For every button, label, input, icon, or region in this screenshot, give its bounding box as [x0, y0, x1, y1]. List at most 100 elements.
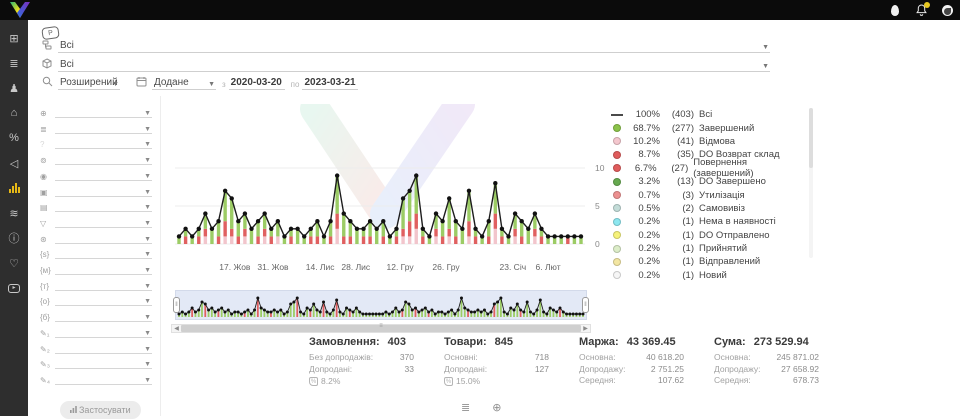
data-point[interactable]: [335, 173, 339, 177]
data-point[interactable]: [414, 173, 418, 177]
status-bar-segment[interactable]: [434, 229, 437, 237]
status-bar-segment[interactable]: [217, 236, 220, 244]
legend-item[interactable]: 0.7%(3)Утилізація: [611, 188, 801, 201]
status-bar-segment[interactable]: [243, 236, 246, 244]
status-bar-segment[interactable]: [329, 236, 332, 244]
status-bar-segment[interactable]: [415, 229, 418, 244]
data-point[interactable]: [401, 196, 405, 200]
filter-select[interactable]: ▼: [55, 294, 152, 306]
filter-select[interactable]: ▼: [55, 342, 152, 354]
data-point[interactable]: [539, 227, 543, 231]
data-point[interactable]: [493, 181, 497, 185]
status-bar-segment[interactable]: [434, 236, 437, 244]
list-view-icon[interactable]: ≣: [461, 401, 470, 414]
data-point[interactable]: [295, 227, 299, 231]
filter-select[interactable]: ▼: [55, 153, 152, 165]
status-bar-segment[interactable]: [237, 221, 240, 236]
status-bar-segment[interactable]: [415, 214, 418, 229]
data-point[interactable]: [427, 234, 431, 238]
status-bar-segment[interactable]: [487, 236, 490, 244]
scroll-thumb[interactable]: [181, 325, 581, 332]
data-point[interactable]: [506, 234, 510, 238]
sidebar-item-support[interactable]: ♡: [0, 253, 28, 273]
data-point[interactable]: [262, 211, 266, 215]
product-select[interactable]: Всі▼: [58, 59, 770, 72]
data-point[interactable]: [552, 234, 556, 238]
filter-select[interactable]: ▼: [55, 357, 152, 369]
sidebar-item-info[interactable]: ⓘ: [0, 228, 28, 248]
status-bar-segment[interactable]: [382, 236, 385, 244]
status-bar-segment[interactable]: [316, 236, 319, 244]
legend-item[interactable]: 0.2%(1)Відправлений: [611, 255, 801, 268]
status-bar-segment[interactable]: [204, 236, 207, 244]
sidebar-item-clients[interactable]: ♟: [0, 78, 28, 98]
category-select[interactable]: Всі▼: [58, 40, 770, 53]
filter-select[interactable]: ▼: [55, 279, 152, 291]
data-point[interactable]: [375, 227, 379, 231]
data-point[interactable]: [342, 211, 346, 215]
sidebar-item-marketing[interactable]: ◁: [0, 153, 28, 173]
data-point[interactable]: [276, 219, 280, 223]
data-point[interactable]: [546, 234, 550, 238]
data-point[interactable]: [328, 219, 332, 223]
scroll-left-arrow[interactable]: ◀: [172, 325, 181, 332]
data-point[interactable]: [230, 196, 234, 200]
legend-item[interactable]: 100%(403)Всі: [611, 108, 801, 121]
status-bar-segment[interactable]: [197, 236, 200, 244]
data-point[interactable]: [559, 234, 563, 238]
status-bar-segment[interactable]: [223, 221, 226, 236]
data-point[interactable]: [454, 219, 458, 223]
globe-view-icon[interactable]: ⊕: [492, 401, 501, 414]
data-point[interactable]: [203, 211, 207, 215]
data-point[interactable]: [309, 227, 313, 231]
filter-select[interactable]: ▼: [55, 169, 152, 181]
video-hint-icon[interactable]: P: [41, 26, 60, 40]
data-point[interactable]: [243, 211, 247, 215]
data-point[interactable]: [579, 234, 583, 238]
status-bar-segment[interactable]: [441, 221, 444, 236]
status-bar-segment[interactable]: [289, 236, 292, 244]
scroll-right-arrow[interactable]: ▶: [581, 325, 590, 332]
status-bar-segment[interactable]: [401, 236, 404, 244]
status-bar-segment[interactable]: [454, 236, 457, 244]
status-bar-segment[interactable]: [520, 236, 523, 244]
status-bar-segment[interactable]: [263, 236, 266, 244]
filter-select[interactable]: ▼: [55, 326, 152, 338]
filter-select[interactable]: ▼: [55, 232, 152, 244]
data-point[interactable]: [197, 227, 201, 231]
status-bar-segment[interactable]: [408, 236, 411, 244]
data-point[interactable]: [440, 219, 444, 223]
data-point[interactable]: [447, 196, 451, 200]
status-bar-segment[interactable]: [362, 236, 365, 244]
range-brush[interactable]: ‖ ‖: [175, 290, 587, 320]
legend-item[interactable]: 10.2%(41)Відмова: [611, 135, 801, 148]
legend-item[interactable]: 68.7%(277)Завершений: [611, 121, 801, 134]
status-bar-segment[interactable]: [467, 236, 470, 244]
data-point[interactable]: [216, 219, 220, 223]
brush-right-handle[interactable]: ‖: [582, 297, 589, 313]
status-bar-segment[interactable]: [494, 229, 497, 244]
status-bar-segment[interactable]: [395, 236, 398, 244]
status-bar-segment[interactable]: [467, 221, 470, 236]
data-point[interactable]: [302, 234, 306, 238]
status-bar-segment[interactable]: [355, 229, 358, 244]
status-bar-segment[interactable]: [527, 229, 530, 244]
status-bar-segment[interactable]: [533, 229, 536, 237]
status-bar-segment[interactable]: [421, 236, 424, 244]
data-point[interactable]: [368, 219, 372, 223]
profile-egg-icon[interactable]: [888, 3, 902, 17]
search-mode-select[interactable]: Розширений▼: [58, 77, 120, 90]
legend-item[interactable]: 0.2%(1)Новий: [611, 269, 801, 282]
legend-item[interactable]: 0.2%(1)DO Отправлено: [611, 229, 801, 242]
filter-select[interactable]: ▼: [55, 310, 152, 322]
sidebar-item-warehouse[interactable]: ⌂: [0, 103, 28, 123]
data-point[interactable]: [210, 227, 214, 231]
data-point[interactable]: [421, 227, 425, 231]
filter-select[interactable]: ▼: [55, 185, 152, 197]
data-point[interactable]: [513, 211, 517, 215]
data-point[interactable]: [381, 219, 385, 223]
status-bar-segment[interactable]: [223, 236, 226, 244]
status-bar-segment[interactable]: [375, 229, 378, 244]
data-point[interactable]: [348, 219, 352, 223]
sidebar-item-dashboard[interactable]: ⊞: [0, 28, 28, 48]
